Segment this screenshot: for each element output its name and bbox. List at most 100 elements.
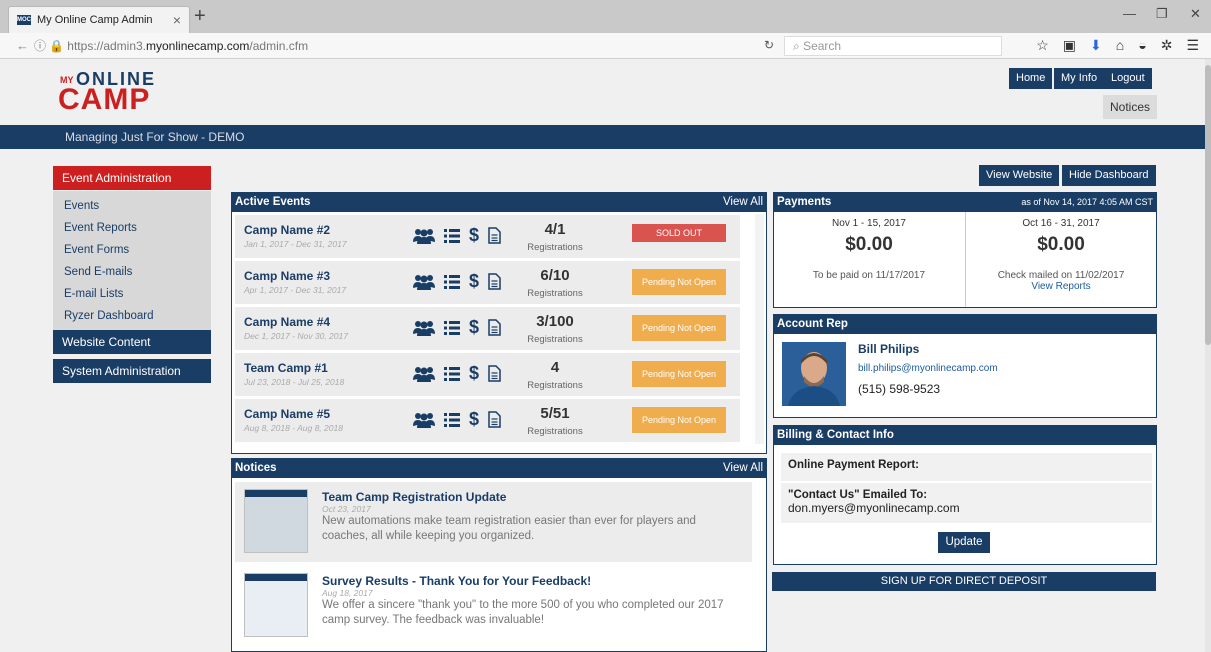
notices-view-all-link[interactable]: View All: [723, 458, 763, 478]
restore-icon[interactable]: ❐: [1156, 6, 1168, 22]
home-button[interactable]: Home: [1009, 68, 1053, 89]
payments-as-of: as of Nov 14, 2017 4:05 AM CST: [1021, 197, 1153, 207]
url-path: /admin.cfm: [249, 39, 309, 53]
document-icon[interactable]: [488, 273, 501, 290]
minimize-icon[interactable]: —: [1123, 6, 1136, 21]
notice-date: Aug 18, 2017: [322, 588, 373, 598]
logout-button[interactable]: Logout: [1104, 68, 1152, 89]
payment-period: Nov 1 - 15, 2017 $0.00 To be paid on 11/…: [774, 218, 964, 281]
browser-tab[interactable]: MOC My Online Camp Admin ×: [8, 6, 190, 33]
document-icon[interactable]: [488, 365, 501, 382]
sidebar-system-administration[interactable]: System Administration: [53, 359, 211, 383]
sidebar-website-content[interactable]: Website Content: [53, 330, 211, 354]
address-field[interactable]: ⓘ 🔒 https://admin3.myonlinecamp.com/admin…: [34, 37, 308, 54]
notice-title[interactable]: Survey Results - Thank You for Your Feed…: [322, 574, 591, 588]
participants-icon[interactable]: [413, 412, 435, 428]
clipboard-icon[interactable]: ▣: [1063, 37, 1076, 54]
document-icon[interactable]: [488, 411, 501, 428]
registration-count: 5/51: [540, 405, 570, 422]
my-info-button[interactable]: My Info: [1054, 68, 1105, 89]
registration-count: 4: [550, 359, 560, 376]
registration-count: 3/100: [536, 313, 574, 330]
document-icon[interactable]: [488, 227, 501, 244]
home-icon[interactable]: ⌂: [1116, 37, 1124, 54]
account-rep-email[interactable]: bill.philips@myonlinecamp.com: [858, 363, 998, 374]
payment-amount: $0.00: [1037, 234, 1085, 255]
sidebar-event-administration[interactable]: Event Administration: [53, 166, 211, 190]
participants-icon[interactable]: [413, 366, 435, 382]
event-dates: Aug 8, 2018 - Aug 8, 2018: [244, 423, 343, 433]
event-status-badge: Pending Not Open: [632, 361, 726, 387]
event-name[interactable]: Team Camp #1: [244, 361, 328, 375]
event-row[interactable]: Team Camp #1 Jul 23, 2018 - Jul 25, 2018 $…: [235, 353, 740, 397]
participants-icon[interactable]: [413, 274, 435, 290]
bookmark-star-icon[interactable]: ☆: [1036, 37, 1049, 54]
active-events-header: Active Events View All: [231, 192, 767, 212]
event-status-text: Pending Not Open: [641, 368, 717, 379]
download-icon[interactable]: ⬇: [1090, 37, 1102, 54]
payment-report-row: Online Payment Report:: [781, 453, 1152, 481]
back-icon[interactable]: ←: [16, 38, 29, 53]
payment-note: Check mailed on 11/02/2017: [997, 270, 1125, 281]
logo[interactable]: MY ONLINE CAMP: [58, 69, 168, 116]
favicon-icon: MOC: [17, 15, 31, 25]
dollar-icon[interactable]: $: [469, 409, 479, 430]
page-scrollbar[interactable]: [1205, 59, 1211, 652]
event-status-badge: Pending Not Open: [632, 315, 726, 341]
events-scrollbar[interactable]: [755, 214, 764, 444]
new-tab-icon[interactable]: +: [194, 6, 206, 26]
dollar-icon[interactable]: $: [469, 225, 479, 246]
close-window-icon[interactable]: ✕: [1190, 6, 1201, 22]
participants-icon[interactable]: [413, 228, 435, 244]
close-tab-icon[interactable]: ×: [173, 12, 181, 28]
sidebar-item-events[interactable]: Events: [64, 195, 211, 217]
event-dates: Jul 23, 2018 - Jul 25, 2018: [244, 377, 345, 387]
notice-item[interactable]: Survey Results - Thank You for Your Feed…: [235, 566, 752, 646]
update-button[interactable]: Update: [938, 532, 990, 553]
event-name[interactable]: Camp Name #4: [244, 315, 330, 329]
event-row[interactable]: Camp Name #3 Apr 1, 2017 - Dec 31, 2017 $6…: [235, 261, 740, 305]
document-icon[interactable]: [488, 319, 501, 336]
reload-icon[interactable]: ↻: [764, 38, 774, 52]
account-rep-name: Bill Philips: [858, 342, 920, 356]
dollar-icon[interactable]: $: [469, 363, 479, 384]
sidebar-item-ryzer-dashboard[interactable]: Ryzer Dashboard: [64, 305, 211, 327]
info-icon: ⓘ: [34, 39, 50, 53]
sidebar-item-event-forms[interactable]: Event Forms: [64, 239, 211, 261]
billing-header: Billing & Contact Info: [773, 425, 1157, 445]
list-icon[interactable]: [444, 366, 460, 381]
menu-icon[interactable]: ☰: [1186, 37, 1199, 54]
list-icon[interactable]: [444, 320, 460, 335]
sidebar-item-email-lists[interactable]: E-mail Lists: [64, 283, 211, 305]
pocket-icon[interactable]: ◒: [1138, 37, 1146, 54]
hide-dashboard-button[interactable]: Hide Dashboard: [1062, 165, 1156, 186]
sidebar-item-send-emails[interactable]: Send E-mails: [64, 261, 211, 283]
event-name[interactable]: Camp Name #5: [244, 407, 330, 421]
list-icon[interactable]: [444, 228, 460, 243]
view-website-button[interactable]: View Website: [979, 165, 1060, 186]
event-row[interactable]: Camp Name #5 Aug 8, 2018 - Aug 8, 2018 $5/…: [235, 399, 740, 443]
dollar-icon[interactable]: $: [469, 317, 479, 338]
lock-icon: 🔒: [49, 39, 65, 53]
notice-item[interactable]: Team Camp Registration Update Oct 23, 20…: [235, 482, 752, 562]
contact-label: "Contact Us" Emailed To:: [788, 489, 928, 501]
event-name[interactable]: Camp Name #3: [244, 269, 330, 283]
extension-icon[interactable]: ✲: [1161, 37, 1173, 54]
billing-panel: Online Payment Report: "Contact Us" Emai…: [773, 445, 1157, 565]
view-reports-link[interactable]: View Reports: [966, 281, 1156, 292]
list-icon[interactable]: [444, 274, 460, 289]
direct-deposit-button[interactable]: SIGN UP FOR DIRECT DEPOSIT: [772, 572, 1156, 591]
active-events-view-all-link[interactable]: View All: [723, 192, 763, 212]
notice-title[interactable]: Team Camp Registration Update: [322, 490, 506, 504]
browser-search-input[interactable]: ⌕ Search: [784, 36, 1002, 56]
event-row[interactable]: Camp Name #4 Dec 1, 2017 - Nov 30, 2017 $3…: [235, 307, 740, 351]
page-scroll-thumb[interactable]: [1205, 65, 1211, 345]
event-row[interactable]: Camp Name #2 Jan 1, 2017 - Dec 31, 2017 $4…: [235, 215, 740, 259]
active-events-panel: Camp Name #2 Jan 1, 2017 - Dec 31, 2017 $4…: [231, 212, 767, 454]
event-name[interactable]: Camp Name #2: [244, 223, 330, 237]
sidebar-item-event-reports[interactable]: Event Reports: [64, 217, 211, 239]
notices-button[interactable]: Notices: [1103, 95, 1157, 119]
dollar-icon[interactable]: $: [469, 271, 479, 292]
participants-icon[interactable]: [413, 320, 435, 336]
list-icon[interactable]: [444, 412, 460, 427]
